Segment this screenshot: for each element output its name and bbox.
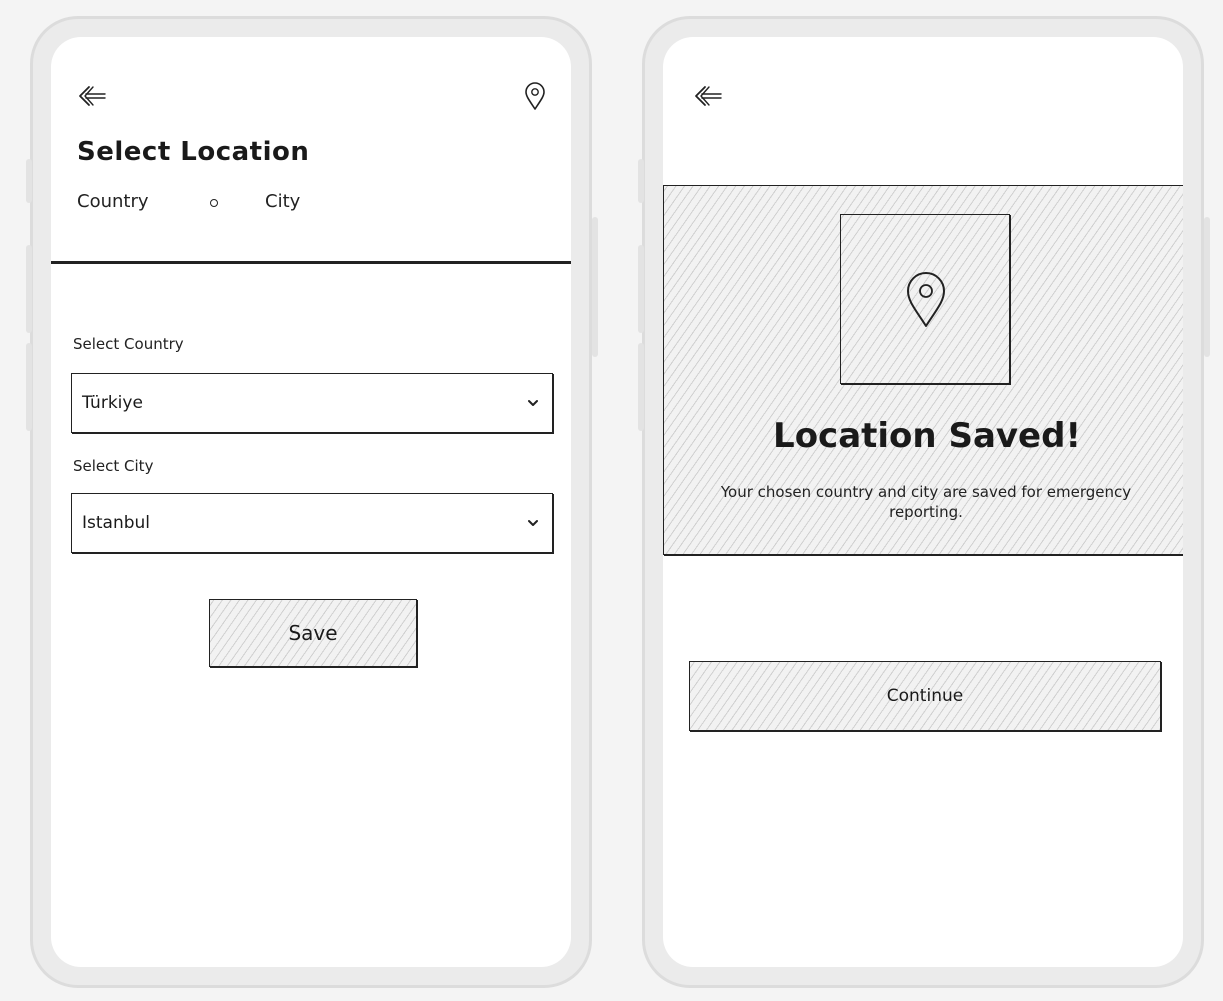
side-button bbox=[638, 343, 644, 431]
city-field-label: Select City bbox=[73, 457, 154, 475]
location-saved-screen: Location Saved! Your chosen country and … bbox=[663, 37, 1183, 967]
location-pin-icon[interactable] bbox=[523, 81, 547, 111]
side-button bbox=[638, 245, 644, 333]
save-button[interactable]: Save bbox=[209, 599, 417, 667]
side-button bbox=[26, 343, 32, 431]
continue-button[interactable]: Continue bbox=[689, 661, 1161, 731]
phone-frame-right: Location Saved! Your chosen country and … bbox=[638, 16, 1210, 988]
phone-frame-left: Select Location Country City Select Coun… bbox=[26, 16, 598, 988]
side-button bbox=[26, 159, 32, 203]
country-select-value: Türkiye bbox=[82, 393, 143, 413]
city-select-value: Istanbul bbox=[82, 513, 151, 533]
location-pin-icon bbox=[907, 272, 945, 327]
pin-image-frame bbox=[840, 214, 1010, 384]
confirmation-message: Your chosen country and city are saved f… bbox=[720, 483, 1132, 521]
confirmation-title: Location Saved! bbox=[773, 416, 1081, 456]
country-field-label: Select Country bbox=[73, 335, 184, 353]
back-arrow-icon[interactable] bbox=[75, 79, 109, 113]
chevron-down-icon bbox=[528, 400, 538, 406]
tab-separator-dot bbox=[210, 199, 218, 207]
tab-country[interactable]: Country bbox=[77, 191, 149, 212]
select-location-screen: Select Location Country City Select Coun… bbox=[51, 37, 571, 967]
side-button bbox=[26, 245, 32, 333]
header-divider bbox=[51, 261, 571, 264]
side-button bbox=[1204, 217, 1210, 357]
confirmation-card: Location Saved! Your chosen country and … bbox=[663, 185, 1183, 555]
tab-city[interactable]: City bbox=[265, 191, 300, 212]
back-arrow-icon[interactable] bbox=[691, 79, 725, 113]
country-select[interactable]: Türkiye bbox=[71, 373, 553, 433]
city-select[interactable]: Istanbul bbox=[71, 493, 553, 553]
side-button bbox=[638, 159, 644, 203]
page-title: Select Location bbox=[77, 137, 310, 167]
side-button bbox=[592, 217, 598, 357]
chevron-down-icon bbox=[528, 520, 538, 526]
